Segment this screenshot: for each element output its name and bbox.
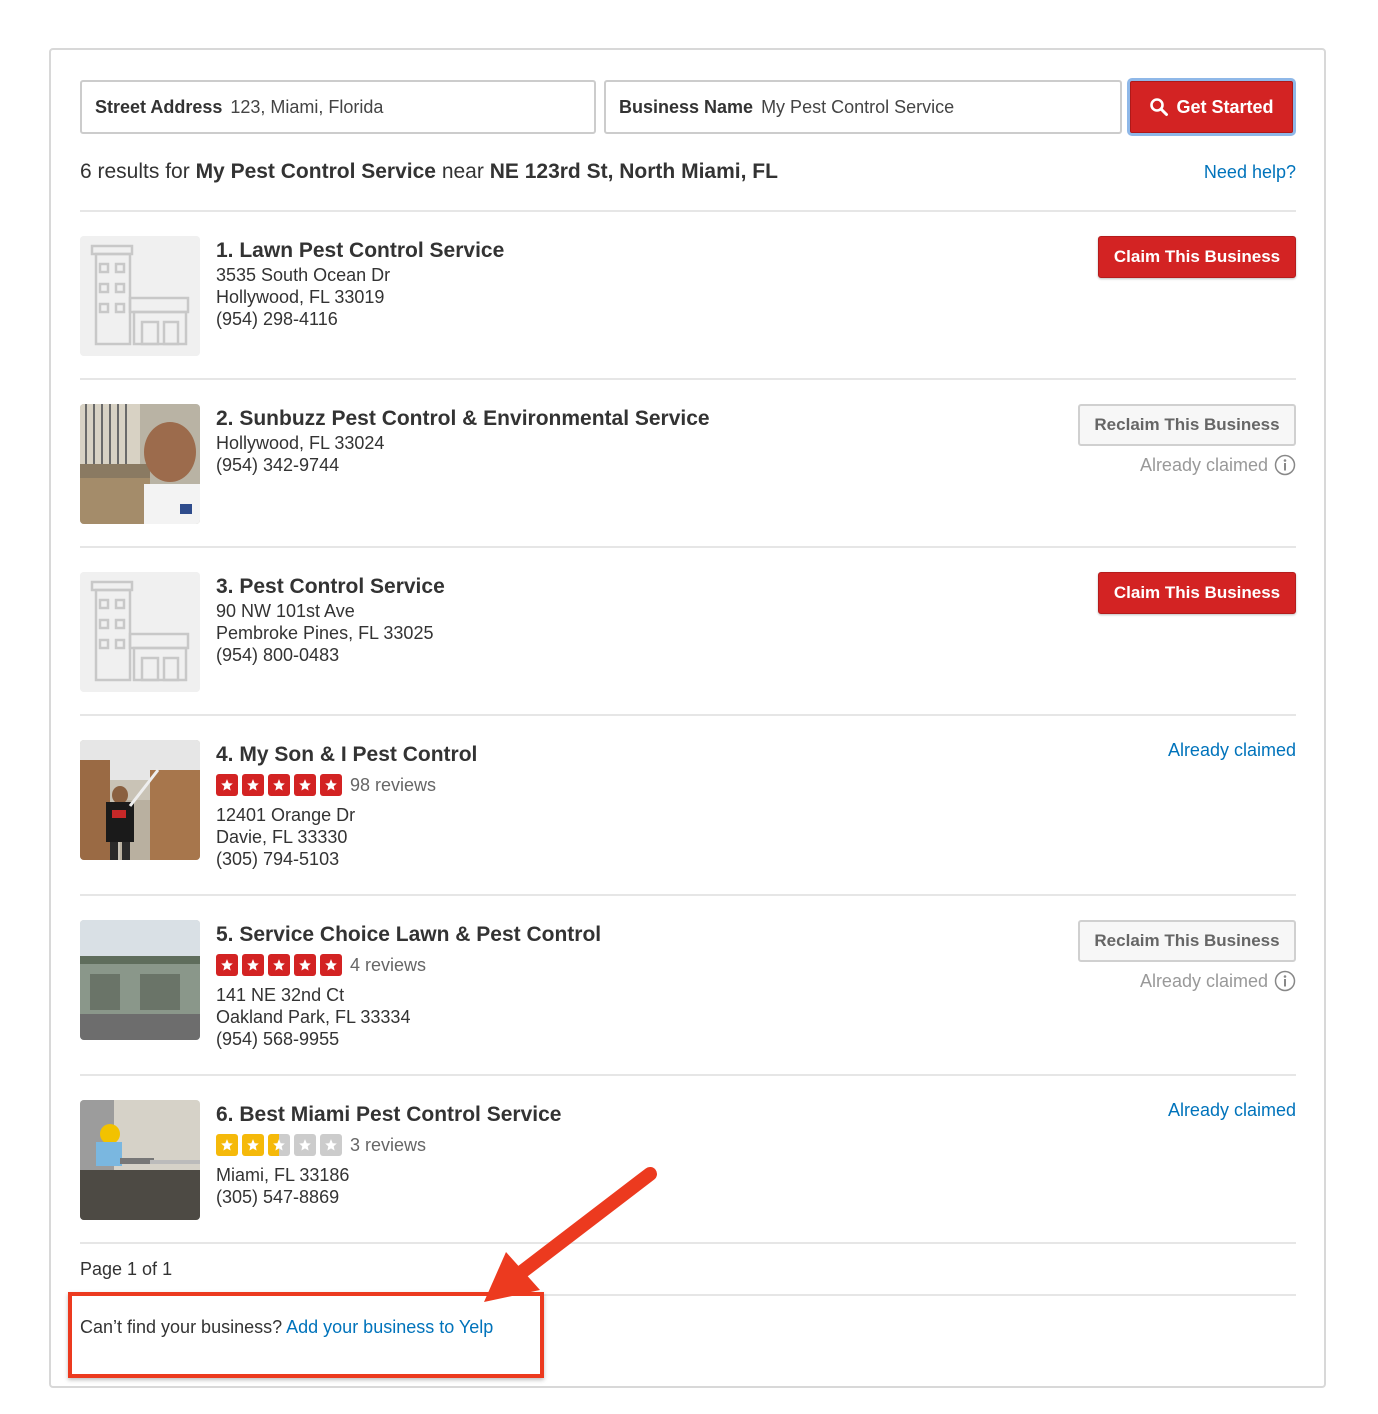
business-photo xyxy=(80,404,200,524)
star-icon xyxy=(320,774,342,796)
already-claimed-label: Already claimed xyxy=(1139,970,1268,991)
business-city: Hollywood, FL 33019 xyxy=(216,287,385,307)
building-placeholder-icon xyxy=(80,572,200,692)
business-phone: (954) 298-4116 xyxy=(216,309,338,329)
results-summary: 6 results for My Pest Control Service ne… xyxy=(80,160,778,184)
star-icon xyxy=(320,954,342,976)
results-near: near xyxy=(441,160,484,183)
building-placeholder-icon xyxy=(80,236,200,356)
divider xyxy=(80,894,1296,896)
divider xyxy=(80,1074,1296,1076)
business-name-field[interactable]: Business Name My Pest Control Service xyxy=(604,80,1122,134)
business-photo xyxy=(80,1100,200,1220)
business-name[interactable]: 5. Service Choice Lawn & Pest Control xyxy=(216,922,1036,948)
business-address: 141 NE 32nd Ct xyxy=(216,985,345,1005)
need-help-link[interactable]: Need help? xyxy=(1204,162,1296,183)
business-city: Davie, FL 33330 xyxy=(216,827,348,847)
results-query: My Pest Control Service xyxy=(195,160,436,183)
star-icon xyxy=(242,954,264,976)
already-claimed-note: Already claimed xyxy=(1140,454,1296,476)
result-info: 4. My Son & I Pest Control 98 reviews 12… xyxy=(216,740,1036,870)
reclaim-business-button[interactable]: Reclaim This Business xyxy=(1078,404,1296,446)
business-name[interactable]: 3. Pest Control Service xyxy=(216,574,1036,600)
result-info: 3. Pest Control Service 90 NW 101st Ave … xyxy=(216,572,1036,666)
get-started-label: Get Started xyxy=(1176,96,1274,117)
business-name-value[interactable]: My Pest Control Service xyxy=(761,97,954,118)
already-claimed-link[interactable]: Already claimed xyxy=(1168,740,1296,761)
business-address: 90 NW 101st Ave xyxy=(216,601,355,621)
street-address-field[interactable]: Street Address 123, Miami, Florida xyxy=(80,80,596,134)
claim-business-button[interactable]: Claim This Business xyxy=(1098,236,1296,278)
business-address: 3535 South Ocean Dr xyxy=(216,265,391,285)
review-count[interactable]: 4 reviews xyxy=(350,955,426,976)
star-rating: 98 reviews xyxy=(216,774,1036,796)
star-icon xyxy=(216,1134,238,1156)
divider xyxy=(80,1242,1296,1244)
business-name[interactable]: 1. Lawn Pest Control Service xyxy=(216,238,1036,264)
star-icon xyxy=(242,774,264,796)
business-city: Pembroke Pines, FL 33025 xyxy=(216,623,434,643)
business-photo xyxy=(80,740,200,860)
star-icon xyxy=(216,774,238,796)
results-location: NE 123rd St, North Miami, FL xyxy=(489,160,778,183)
info-icon[interactable] xyxy=(1274,454,1296,476)
search-bar: Street Address 123, Miami, Florida Busin… xyxy=(80,78,1296,136)
already-claimed-note: Already claimed xyxy=(1140,970,1296,992)
divider xyxy=(80,378,1296,380)
business-name[interactable]: 4. My Son & I Pest Control xyxy=(216,742,1036,768)
business-photo xyxy=(80,920,200,1040)
business-phone: (954) 568-9955 xyxy=(216,1029,340,1049)
divider xyxy=(80,714,1296,716)
star-icon xyxy=(294,954,316,976)
divider xyxy=(80,546,1296,548)
get-started-button[interactable]: Get Started xyxy=(1127,78,1296,136)
business-name[interactable]: 2. Sunbuzz Pest Control & Environmental … xyxy=(216,406,1036,432)
reclaim-business-button[interactable]: Reclaim This Business xyxy=(1078,920,1296,962)
star-rating: 4 reviews xyxy=(216,954,1036,976)
already-claimed-link[interactable]: Already claimed xyxy=(1168,1100,1296,1121)
star-rating: 3 reviews xyxy=(216,1134,1036,1156)
result-info: 2. Sunbuzz Pest Control & Environmental … xyxy=(216,404,1036,476)
star-icon xyxy=(294,774,316,796)
business-name[interactable]: 6. Best Miami Pest Control Service xyxy=(216,1102,1036,1128)
review-count[interactable]: 3 reviews xyxy=(350,1135,426,1156)
business-address: 12401 Orange Dr xyxy=(216,805,356,825)
street-address-label: Street Address xyxy=(95,96,223,117)
star-icon xyxy=(268,774,290,796)
claim-business-button[interactable]: Claim This Business xyxy=(1098,572,1296,614)
star-icon xyxy=(320,1134,342,1156)
business-city: Oakland Park, FL 33334 xyxy=(216,1007,411,1027)
business-phone: (305) 794-5103 xyxy=(216,849,340,869)
street-address-value[interactable]: 123, Miami, Florida xyxy=(230,97,383,118)
business-city: Hollywood, FL 33024 xyxy=(216,433,385,453)
star-icon xyxy=(294,1134,316,1156)
business-name-label: Business Name xyxy=(619,96,754,117)
search-icon xyxy=(1150,98,1169,116)
review-count[interactable]: 98 reviews xyxy=(350,775,436,796)
business-phone: (954) 800-0483 xyxy=(216,645,340,665)
star-icon xyxy=(268,954,290,976)
info-icon[interactable] xyxy=(1274,970,1296,992)
result-info: 1. Lawn Pest Control Service 3535 South … xyxy=(216,236,1036,330)
already-claimed-label: Already claimed xyxy=(1139,454,1268,475)
results-count: 6 results for xyxy=(80,160,190,183)
star-icon xyxy=(216,954,238,976)
star-icon xyxy=(268,1134,290,1156)
pagination-text: Page 1 of 1 xyxy=(80,1259,173,1279)
divider xyxy=(80,210,1296,212)
annotation-arrow-icon xyxy=(484,1167,657,1302)
star-icon xyxy=(242,1134,264,1156)
business-phone: (954) 342-9744 xyxy=(216,455,340,475)
result-info: 5. Service Choice Lawn & Pest Control 4 … xyxy=(216,920,1036,1050)
